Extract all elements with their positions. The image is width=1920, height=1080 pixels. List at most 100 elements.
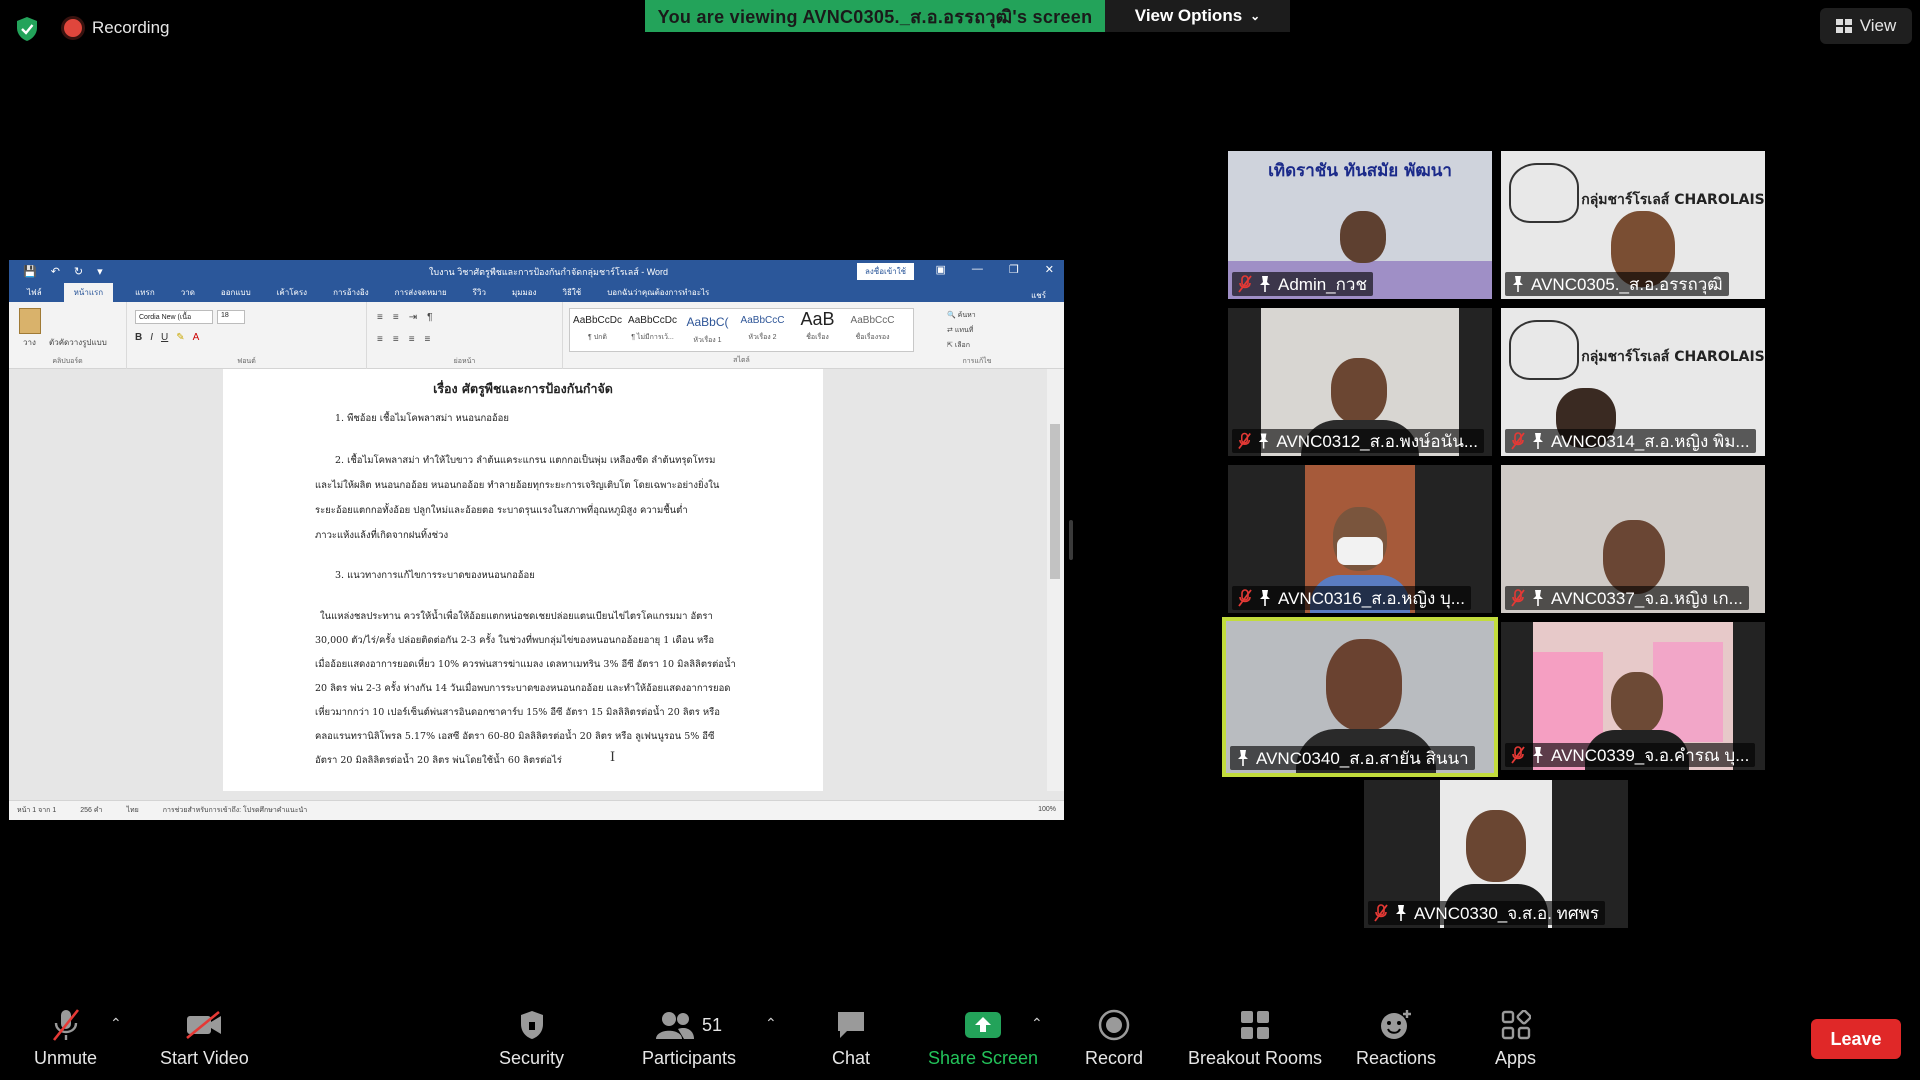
align-center-icon[interactable]: ≡ xyxy=(393,334,399,345)
save-icon[interactable]: 💾 xyxy=(23,265,37,278)
participant-tile[interactable]: AVNC0316_ส.อ.หญิง บุ... xyxy=(1228,465,1492,613)
tab-review[interactable]: รีวิว xyxy=(469,283,490,302)
style-no-spacing[interactable]: AaBbCcDc ¶ ไม่มีการเว้... xyxy=(625,309,680,351)
format-painter-button[interactable]: ตัวคัดวางรูปแบบ xyxy=(49,336,107,349)
font-name-field[interactable]: Cordia New (เนื้อ xyxy=(135,310,213,324)
breakout-rooms-icon xyxy=(1241,1011,1270,1039)
tab-file[interactable]: ไฟล์ xyxy=(23,283,46,302)
tab-mailings[interactable]: การส่งจดหมาย xyxy=(391,283,451,302)
view-button[interactable]: View xyxy=(1820,8,1912,44)
tab-references[interactable]: การอ้างอิง xyxy=(329,283,373,302)
font-color-icon[interactable]: A xyxy=(193,332,200,343)
mic-off-icon xyxy=(1374,904,1388,922)
apps-button[interactable]: Apps xyxy=(1495,1008,1536,1069)
tab-insert[interactable]: แทรก xyxy=(131,283,159,302)
chat-button[interactable]: Chat xyxy=(832,1008,870,1069)
participant-tile[interactable]: AVNC0339_จ.อ.คำรณ บุ... xyxy=(1501,622,1765,770)
record-icon xyxy=(1098,1009,1130,1041)
document-area[interactable]: เรื่อง ศัตรูพืชและการป้องกันกำจัด 1. พืช… xyxy=(9,369,1047,791)
record-button[interactable]: Record xyxy=(1085,1008,1143,1069)
page-count[interactable]: หน้า 1 จาก 1 xyxy=(17,805,56,816)
participant-tile[interactable]: กลุ่มชาร์โรเลส์ CHAROLAIS AVNC0305._ส.อ.… xyxy=(1501,151,1765,299)
shield-icon[interactable] xyxy=(14,16,40,42)
recording-indicator[interactable]: Recording xyxy=(64,18,170,38)
share-screen-button[interactable]: Share Screen xyxy=(928,1008,1038,1069)
minimize-icon[interactable]: — xyxy=(972,263,983,276)
paste-label[interactable]: วาง xyxy=(23,336,36,349)
language-indicator[interactable]: ไทย xyxy=(126,805,138,816)
participants-button[interactable]: 51 Participants xyxy=(642,1008,736,1069)
leave-button[interactable]: Leave xyxy=(1811,1019,1901,1059)
view-options-button[interactable]: View Options ⌄ xyxy=(1105,0,1290,32)
tab-design[interactable]: ออกแบบ xyxy=(217,283,255,302)
underline-button[interactable]: U xyxy=(161,332,168,343)
undo-icon[interactable]: ↶ xyxy=(51,265,60,278)
split-view-handle[interactable] xyxy=(1069,520,1073,560)
align-left-icon[interactable]: ≡ xyxy=(377,334,383,345)
participant-name: AVNC0330_จ.ส.อ. ทศพร xyxy=(1414,903,1600,923)
shared-screen[interactable]: 💾 ↶ ↻ ▾ ใบงาน วิชาศัตรูพืชและการป้องกันก… xyxy=(9,260,1064,820)
style-subtitle[interactable]: AaBbCcC ชื่อเรื่องรอง xyxy=(845,309,900,351)
participant-tile[interactable]: AVNC0330_จ.ส.อ. ทศพร xyxy=(1364,780,1628,928)
style-heading-2[interactable]: AaBbCcC หัวเรื่อง 2 xyxy=(735,309,790,351)
style-heading-1[interactable]: AaBbC(หัวเรื่อง 1 xyxy=(680,309,735,351)
participant-tile[interactable]: กลุ่มชาร์โรเลส์ CHAROLAIS AVNC0314_ส.อ.ห… xyxy=(1501,308,1765,456)
document-title: เรื่อง ศัตรูพืชและการป้องกันกำจัด xyxy=(433,381,613,396)
cow-logo-icon xyxy=(1509,320,1579,380)
participant-nametag: AVNC0316_ส.อ.หญิง บุ... xyxy=(1232,586,1471,610)
paragraph-group: ≡ ≡ ⇥ ¶ ≡ ≡ ≡ ≡ ย่อหน้า xyxy=(367,302,563,369)
redo-icon[interactable]: ↻ xyxy=(74,265,83,278)
participants-options-caret-icon[interactable]: ⌃ xyxy=(765,1015,777,1032)
chevron-down-icon: ⌄ xyxy=(1250,9,1261,23)
maximize-icon[interactable]: ❐ xyxy=(1009,263,1019,276)
ribbon-display-icon[interactable]: ▣ xyxy=(936,263,946,276)
scrollbar-thumb[interactable] xyxy=(1050,424,1060,579)
tab-layout[interactable]: เค้าโครง xyxy=(273,283,311,302)
select-button[interactable]: ⇱ เลือก xyxy=(947,338,976,353)
participant-tile[interactable]: เทิดราชัน ทันสมัย พัฒนา Admin_กวช xyxy=(1228,151,1492,299)
indent-icon[interactable]: ⇥ xyxy=(409,312,417,323)
align-right-icon[interactable]: ≡ xyxy=(409,334,415,345)
unmute-button[interactable]: Unmute xyxy=(34,1008,97,1069)
tab-home[interactable]: หน้าแรก xyxy=(63,283,114,302)
style-normal[interactable]: AaBbCcDc ¶ ปกติ xyxy=(570,309,625,351)
tab-draw[interactable]: วาด xyxy=(177,283,199,302)
participant-tile-active-speaker[interactable]: AVNC0340_ส.อ.สายัน สินนา xyxy=(1222,617,1498,777)
highlight-icon[interactable]: ✎ xyxy=(176,332,184,343)
paste-icon[interactable] xyxy=(19,308,41,334)
breakout-rooms-button[interactable]: Breakout Rooms xyxy=(1188,1008,1322,1069)
italic-button[interactable]: I xyxy=(150,332,153,343)
word-count[interactable]: 256 คำ xyxy=(80,805,102,816)
start-video-button[interactable]: Start Video xyxy=(160,1008,249,1069)
tab-view[interactable]: มุมมอง xyxy=(508,283,541,302)
font-size-field[interactable]: 18 xyxy=(217,310,245,324)
participant-tile[interactable]: AVNC0337_จ.อ.หญิง เก... xyxy=(1501,465,1765,613)
tab-help[interactable]: วิธีใช้ xyxy=(558,283,585,302)
audio-options-caret-icon[interactable]: ⌃ xyxy=(110,1015,122,1032)
word-status-bar: หน้า 1 จาก 1 256 คำ ไทย การช่วยสำหรับการ… xyxy=(9,800,1064,820)
tell-me-search[interactable]: บอกฉันว่าคุณต้องการทำอะไร xyxy=(603,283,713,302)
font-group-label: ฟอนต์ xyxy=(237,358,256,365)
signin-button[interactable]: ลงชื่อเข้าใช้ xyxy=(857,263,915,280)
reactions-button[interactable]: Reactions xyxy=(1356,1008,1436,1069)
bold-button[interactable]: B xyxy=(135,332,142,343)
accessibility-status[interactable]: การช่วยสำหรับการเข้าถึง: โปรดศึกษาคำแนะน… xyxy=(163,805,307,816)
styles-gallery[interactable]: AaBbCcDc ¶ ปกติ AaBbCcDc ¶ ไม่มีการเว้... … xyxy=(569,308,914,352)
numbering-icon[interactable]: ≡ xyxy=(393,312,399,323)
style-title[interactable]: AaB ชื่อเรื่อง xyxy=(790,309,845,351)
participant-nametag: AVNC0340_ส.อ.สายัน สินนา xyxy=(1230,746,1475,770)
document-page[interactable]: เรื่อง ศัตรูพืชและการป้องกันกำจัด 1. พืช… xyxy=(223,369,823,791)
paragraph-2-line-2: และไม่ให้ผลิต หนอนกออ้อย หนอนกออ้อย ทำลา… xyxy=(315,480,720,491)
show-marks-icon[interactable]: ¶ xyxy=(427,312,432,323)
bullets-icon[interactable]: ≡ xyxy=(377,312,383,323)
close-icon[interactable]: ✕ xyxy=(1045,263,1054,276)
find-button[interactable]: 🔍 ค้นหา xyxy=(947,308,976,323)
share-options-caret-icon[interactable]: ⌃ xyxy=(1031,1015,1043,1032)
justify-icon[interactable]: ≡ xyxy=(425,334,431,345)
zoom-level[interactable]: 100% xyxy=(1038,806,1056,813)
customize-quick-access-icon[interactable]: ▾ xyxy=(97,265,103,278)
security-button[interactable]: Security xyxy=(499,1008,564,1069)
vertical-scrollbar[interactable] xyxy=(1047,369,1064,791)
replace-button[interactable]: ⇄ แทนที่ xyxy=(947,323,976,338)
participant-tile[interactable]: AVNC0312_ส.อ.พงษ์อนัน... xyxy=(1228,308,1492,456)
